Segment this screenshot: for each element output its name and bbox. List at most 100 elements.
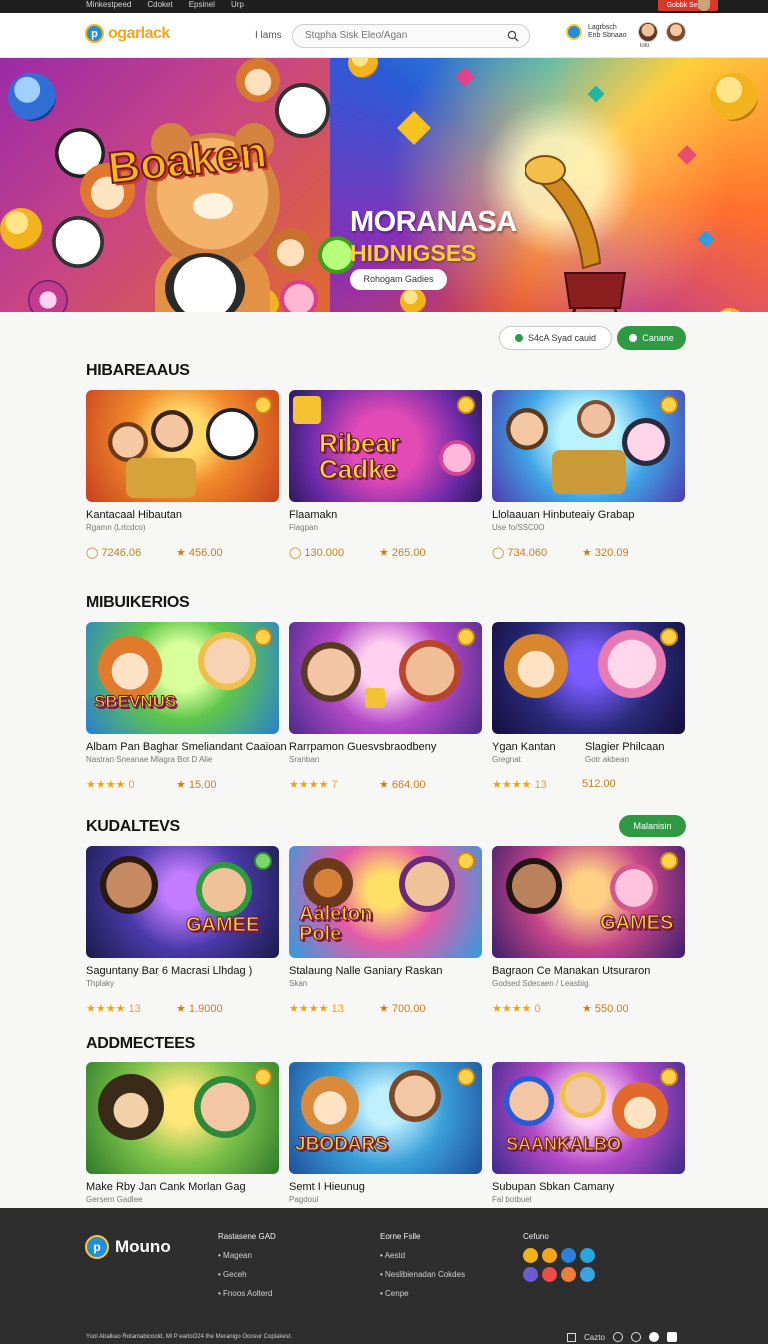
footer-logo-text: Mouno — [115, 1237, 171, 1256]
section-more-button[interactable]: Malanisin — [619, 815, 686, 837]
avatar[interactable] — [638, 22, 658, 42]
nav-item-games[interactable]: I lams — [255, 30, 282, 41]
card-thumbnail[interactable] — [289, 622, 482, 734]
basket-icon — [126, 458, 196, 498]
gem-icon — [587, 85, 605, 103]
top-link-1[interactable]: Minkestpeed — [86, 0, 131, 9]
badge-icon — [254, 628, 272, 646]
hero-banner[interactable]: Boaken MORANASA HIDNIGSES Rohogam Gadies — [0, 58, 768, 312]
avatar-secondary[interactable] — [666, 22, 686, 42]
user-icon — [566, 24, 582, 40]
secondary-action-button[interactable]: S4cA Syad cauid — [499, 326, 612, 350]
card-thumbnail[interactable]: GAMEE — [86, 846, 279, 958]
card-thumbnail[interactable]: JBODARS — [289, 1062, 482, 1174]
card-art-text: GAMEE — [185, 914, 260, 937]
card-thumbnail[interactable] — [86, 390, 279, 502]
card-title[interactable]: Rarrpamon Guesvsbraodbeny — [289, 741, 436, 753]
card-thumbnail[interactable]: Aáleton Pole — [289, 846, 482, 958]
footer-link[interactable]: Cenpe — [380, 1289, 465, 1298]
top-link-3[interactable]: Epsinel — [189, 0, 215, 9]
banner-button[interactable]: Rohogam Gadies — [350, 269, 447, 290]
social-icon[interactable] — [542, 1267, 557, 1282]
card-title[interactable]: Semt I Hieunug — [289, 1181, 365, 1193]
character-icon — [389, 1070, 441, 1122]
card-thumbnail[interactable] — [86, 1062, 279, 1174]
fox-icon — [236, 58, 280, 102]
pig-icon — [610, 864, 658, 912]
footer-link[interactable]: Geceh — [218, 1270, 276, 1279]
footer-link[interactable]: Magean — [218, 1251, 276, 1260]
card-title[interactable]: Make Rby Jan Cank Morlan Gag — [86, 1181, 246, 1193]
character-icon — [196, 862, 252, 918]
primary-action-label: Canane — [642, 333, 674, 343]
globe-icon[interactable] — [648, 1332, 659, 1342]
ball-icon — [28, 280, 68, 312]
card-title[interactable]: Saguntany Bar 6 Macrasi Llhdag ) — [86, 965, 252, 977]
card-subtitle: Rgamn (Lrtcdco) — [86, 523, 146, 532]
top-link-2[interactable]: Cdoket — [147, 0, 172, 9]
card-thumbnail[interactable]: SAANKALBO — [492, 1062, 685, 1174]
card-rating: ★★★★ 13 — [86, 1003, 141, 1015]
card-title[interactable]: Albam Pan Baghar Smeliandant Caaioan — [86, 741, 287, 753]
share-icon[interactable] — [666, 1332, 677, 1342]
checkbox-icon[interactable] — [567, 1332, 576, 1342]
footer-link[interactable]: Neslibienadan Cokdes — [380, 1270, 465, 1279]
settings-icon[interactable] — [612, 1332, 623, 1342]
footer-link[interactable]: Fnoos Aolterd — [218, 1289, 276, 1298]
social-icon[interactable] — [523, 1248, 538, 1263]
card-stat-1: ◯ 734.060 — [492, 547, 548, 559]
character-icon — [100, 856, 158, 914]
bear-icon — [301, 1076, 359, 1134]
badge-icon — [660, 852, 678, 870]
social-icon[interactable] — [523, 1267, 538, 1282]
search-input[interactable] — [305, 30, 495, 41]
badge-icon — [457, 396, 475, 414]
social-icon[interactable] — [561, 1248, 576, 1263]
section-title: MIBUIKERIOS — [86, 594, 190, 611]
card-subtitle: Nastran Sneanae Mlagra Bot D Alie — [86, 755, 213, 764]
card-thumbnail[interactable] — [492, 622, 685, 734]
bear-muzzle — [193, 193, 233, 219]
social-icon[interactable] — [580, 1267, 595, 1282]
card-thumbnail[interactable] — [492, 390, 685, 502]
card-title[interactable]: Ygan Kantan — [492, 741, 556, 753]
character-icon — [560, 1072, 606, 1118]
card-thumbnail[interactable]: Ribear Cadke — [289, 390, 482, 502]
card-thumbnail[interactable]: GAMES — [492, 846, 685, 958]
card-title[interactable]: Kantacaal Hibautan — [86, 509, 182, 521]
user-line-1: Lagrbsch — [588, 24, 617, 31]
character-icon — [577, 400, 615, 438]
top-link-4[interactable]: Urp — [231, 0, 244, 9]
gem-icon — [677, 145, 697, 165]
card-title[interactable]: Bagraon Ce Manakan Utsuraron — [492, 965, 650, 977]
gem-icon — [455, 67, 475, 87]
search-icon[interactable] — [507, 30, 519, 42]
card-title[interactable]: Flaamakn — [289, 509, 337, 521]
card-stat-2: 512.00 — [582, 778, 616, 790]
card-title-secondary[interactable]: Slagier Philcaan — [585, 741, 665, 753]
banner-subtitle: HIDNIGSES — [350, 240, 477, 266]
footer-logo-icon: p — [85, 1235, 109, 1259]
social-icon[interactable] — [561, 1267, 576, 1282]
info-icon[interactable] — [630, 1332, 641, 1342]
footer-logo[interactable]: p Mouno — [85, 1235, 171, 1259]
card-title[interactable]: Llolaauan Hinbuteaiy Grabap — [492, 509, 635, 521]
badge-icon — [457, 852, 475, 870]
card-rating: ★★★★ 7 — [289, 779, 338, 791]
card-thumbnail[interactable]: SBEVNUS — [86, 622, 279, 734]
card-title[interactable]: Subupan Sbkan Camany — [492, 1181, 614, 1193]
primary-action-button[interactable]: Canane — [617, 326, 686, 350]
footer-bottom-label[interactable]: Cazto — [584, 1333, 605, 1342]
footer-column-1: Rastasene GAD Magean Geceh Fnoos Aolterd — [218, 1232, 276, 1308]
character-icon — [504, 1076, 554, 1126]
social-icon[interactable] — [580, 1248, 595, 1263]
site-logo[interactable]: p ogarlack — [85, 24, 170, 43]
social-icon[interactable] — [542, 1248, 557, 1263]
badge-icon — [254, 852, 272, 870]
card-stat-2: ★ 664.00 — [379, 779, 426, 791]
coin-icon — [710, 73, 758, 121]
user-menu[interactable]: Lagrbsch Enb Sbnaao — [566, 24, 627, 40]
card-title[interactable]: Stalaung Nalle Ganiary Raskan — [289, 965, 442, 977]
badge-icon — [660, 1068, 678, 1086]
footer-link[interactable]: Aestd — [380, 1251, 465, 1260]
